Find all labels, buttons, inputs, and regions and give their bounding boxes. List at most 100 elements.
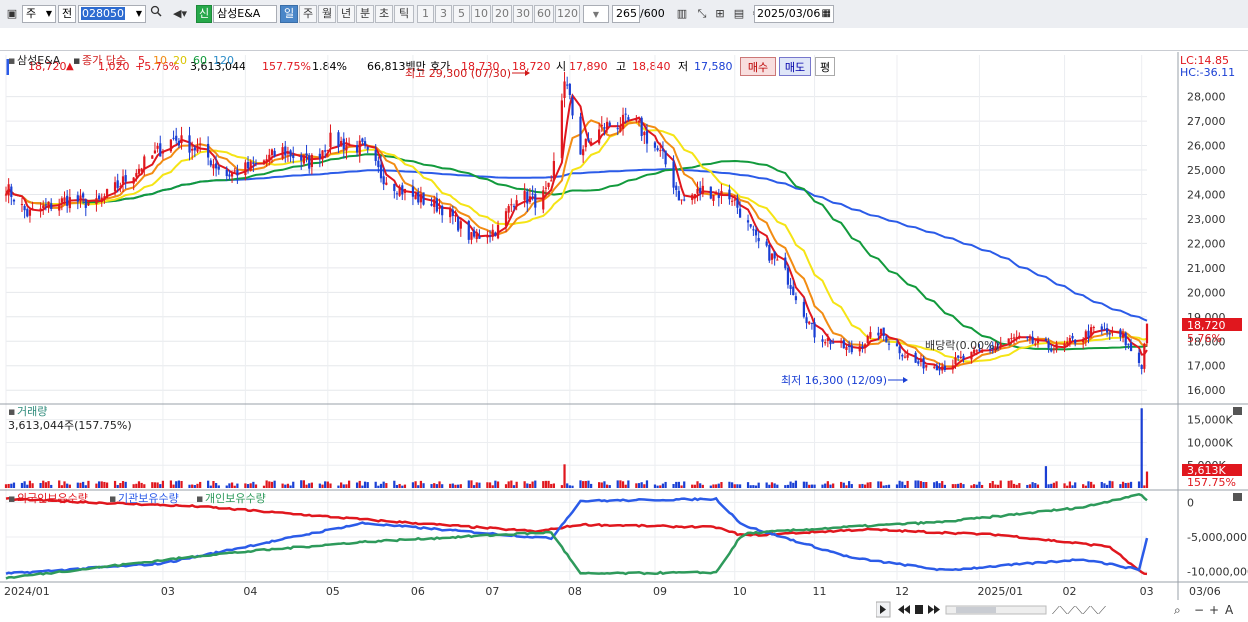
volume-bar	[1129, 481, 1133, 488]
x-tick-label: 12	[895, 585, 909, 598]
volume-bar	[802, 481, 806, 488]
candle	[526, 188, 529, 212]
scrollbar-thumb[interactable]	[956, 607, 996, 613]
search-icon[interactable]	[148, 5, 164, 23]
volume-bar	[270, 481, 274, 488]
interval-select[interactable]: ▼	[583, 5, 609, 23]
period-tab-second[interactable]: 초	[375, 5, 393, 23]
candle	[566, 76, 569, 90]
candle-type-icon[interactable]: ▥	[674, 5, 690, 23]
zoom-in-icon[interactable]: +	[1209, 603, 1219, 617]
window-menu-icon[interactable]: ▣	[4, 5, 20, 23]
volume-bar	[786, 484, 790, 488]
code-input[interactable]: 028050 ▼	[78, 5, 146, 23]
volume-bar	[754, 485, 758, 488]
volume-bar	[347, 480, 351, 488]
candle	[824, 339, 827, 346]
interval-button[interactable]: 1	[417, 5, 434, 23]
volume-bar	[1087, 481, 1090, 488]
count-input[interactable]: 265	[612, 5, 640, 23]
volume-bar	[1145, 471, 1149, 488]
volume-bar	[382, 481, 385, 488]
volume-bar	[736, 484, 739, 488]
volume-bar	[175, 481, 178, 488]
interval-button[interactable]: 120	[555, 5, 580, 23]
stock-name-field[interactable]: 삼성E&A	[213, 5, 277, 23]
volume-bar	[933, 482, 936, 488]
period-tab-year[interactable]: 년	[337, 5, 355, 23]
interval-button[interactable]: 20	[492, 5, 512, 23]
volume-bar	[621, 481, 625, 488]
candle	[523, 183, 526, 208]
x-tick-label: 02	[1063, 585, 1077, 598]
period-tab-week[interactable]: 주	[299, 5, 317, 23]
volume-bar	[1050, 483, 1053, 488]
interval-button[interactable]: 3	[435, 5, 452, 23]
volume-bar	[217, 485, 220, 488]
volume-bar	[805, 481, 808, 488]
candle	[749, 224, 752, 229]
prev-button[interactable]: 전	[58, 5, 76, 23]
volume-bar	[7, 483, 10, 488]
volume-bar	[95, 483, 98, 488]
interval-button[interactable]: 5	[453, 5, 470, 23]
ma120-line	[5, 168, 1148, 322]
first-page-button[interactable]	[898, 605, 910, 614]
period-tab-day[interactable]: 일	[280, 5, 298, 23]
volume-bar	[672, 484, 675, 488]
line-tools-icon[interactable]: ⟋⟍⟋⟍⟋⟍⟋	[1052, 604, 1106, 617]
period-tab-minute[interactable]: 분	[356, 5, 374, 23]
interval-button[interactable]: 10	[471, 5, 491, 23]
candle	[922, 355, 925, 374]
grid-icon[interactable]: ⊞	[712, 5, 728, 23]
volume-bar	[587, 480, 590, 488]
holdings-panel-close-icon[interactable]	[1233, 493, 1242, 501]
period-tab-month[interactable]: 월	[318, 5, 336, 23]
speaker-icon[interactable]: ◀▾	[168, 5, 192, 23]
volume-bar	[1103, 483, 1106, 488]
volume-bar	[124, 481, 127, 488]
zoom-icon[interactable]: ⌕	[1174, 603, 1181, 617]
candle	[340, 136, 343, 147]
volume-bar	[305, 484, 308, 488]
stock-chart[interactable]: 16,00017,00018,00019,00020,00021,00022,0…	[0, 50, 1248, 621]
candle	[720, 183, 723, 204]
volume-bar	[169, 480, 173, 488]
volume-bar	[281, 483, 284, 488]
volume-bar	[656, 485, 659, 488]
volume-bar	[1084, 485, 1087, 488]
draw-tool-icon[interactable]: ⤡	[694, 5, 710, 23]
candle	[547, 182, 550, 190]
candle	[292, 146, 295, 164]
interval-button[interactable]: 30	[513, 5, 533, 23]
last-volume-ratio: 157.75%	[1187, 476, 1236, 489]
volume-bar	[403, 484, 407, 488]
volume-bar	[829, 484, 832, 488]
volume-bar	[472, 485, 476, 488]
volume-bar	[1031, 482, 1034, 488]
volume-bar	[922, 481, 925, 488]
stop-icon[interactable]	[915, 605, 923, 614]
candle	[661, 141, 665, 159]
candle	[906, 349, 909, 361]
candle	[768, 244, 771, 263]
volume-bar	[470, 480, 473, 488]
date-input[interactable]: 2025/03/06 ▦	[754, 5, 834, 23]
interval-button[interactable]: 60	[534, 5, 554, 23]
candle	[584, 138, 587, 152]
candle	[1100, 323, 1103, 335]
period-tab-tick[interactable]: 틱	[394, 5, 414, 23]
candle	[289, 149, 292, 163]
volume-panel-close-icon[interactable]	[1233, 407, 1242, 415]
zoom-out-icon[interactable]: −	[1194, 603, 1204, 617]
candle	[805, 313, 808, 329]
volume-title: 거래량	[17, 405, 47, 418]
font-size-icon[interactable]: A	[1225, 603, 1234, 617]
save-icon[interactable]: ▤	[731, 5, 747, 23]
volume-bar	[273, 480, 276, 488]
volume-bar	[566, 483, 569, 488]
market-select[interactable]: 주 ▼	[22, 5, 56, 23]
last-page-button[interactable]	[928, 605, 940, 614]
volume-bar	[712, 484, 715, 488]
candle	[1090, 324, 1093, 338]
